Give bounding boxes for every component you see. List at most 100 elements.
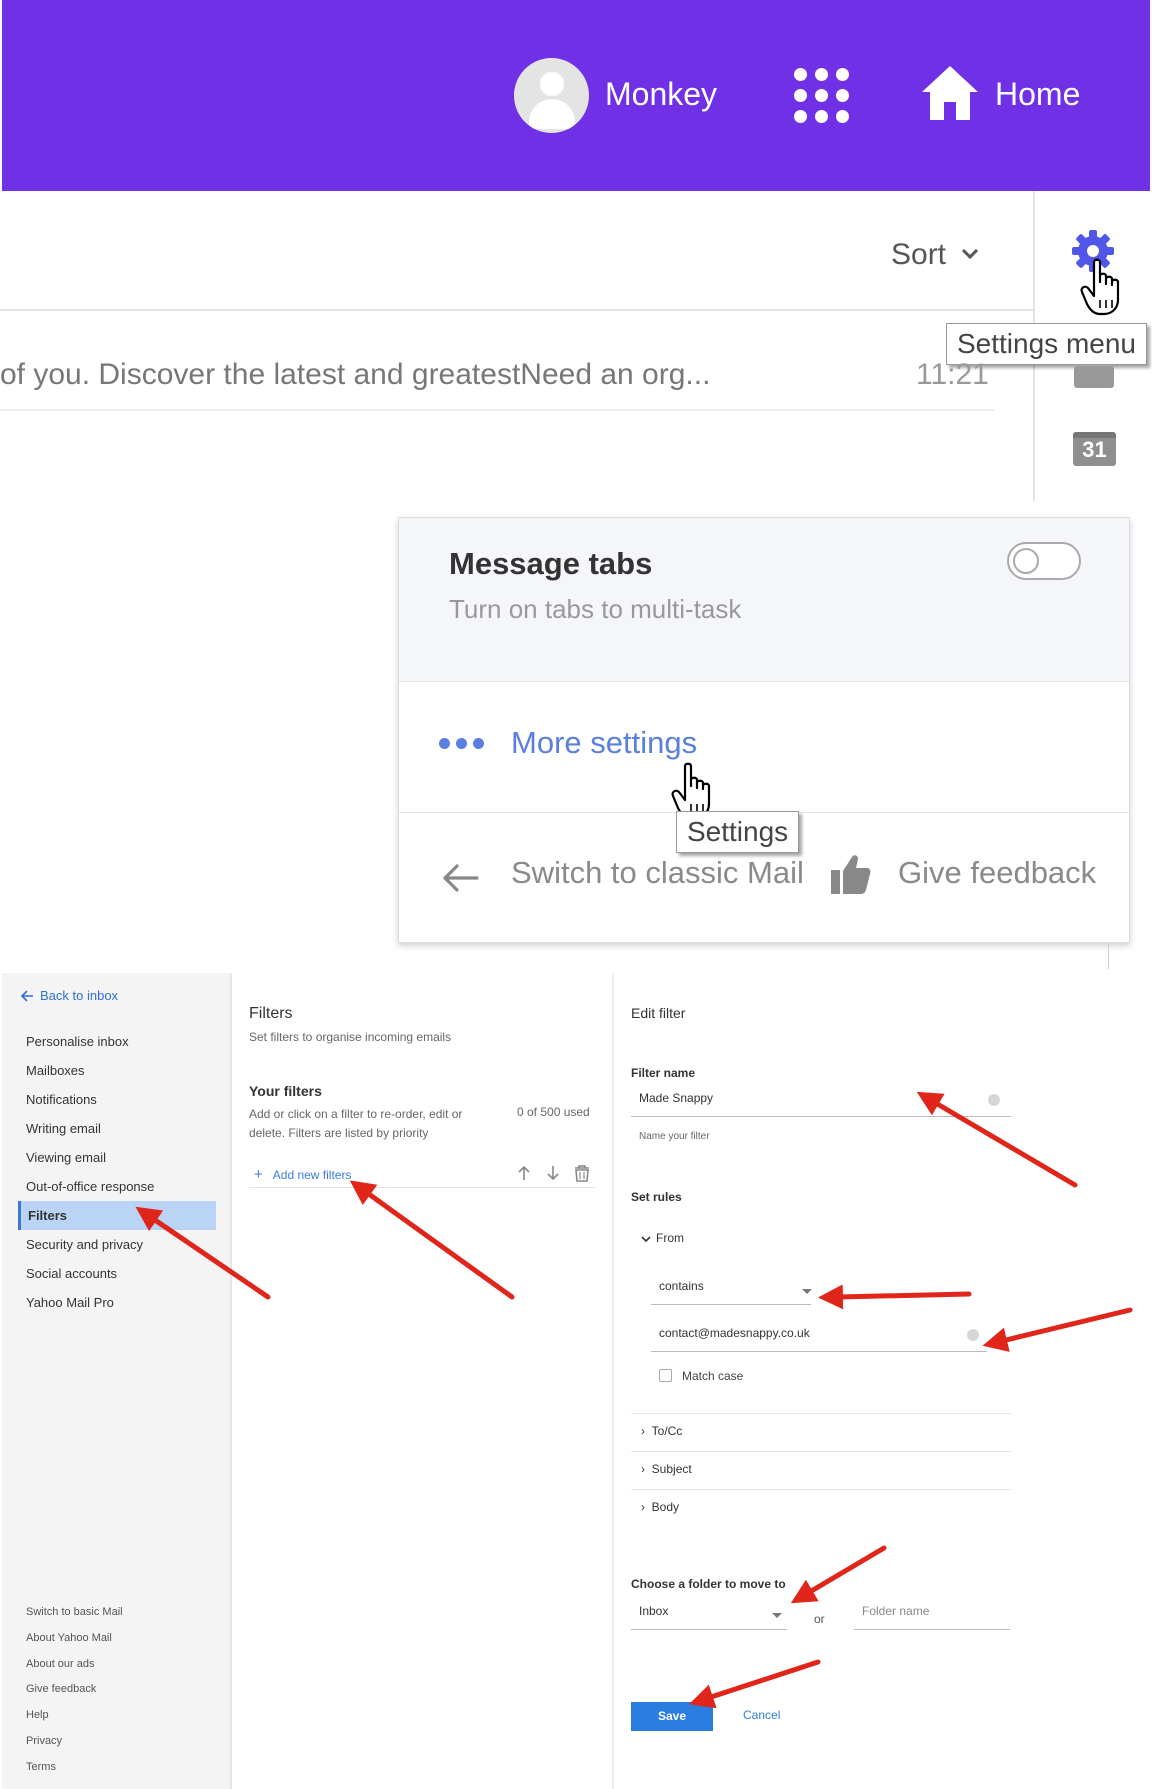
edit-filter-panel: Edit filter Filter name Made Snappy Name… [616,973,1152,1789]
message-tabs-subtitle: Turn on tabs to multi-task [449,594,742,624]
save-button[interactable]: Save [631,1702,713,1731]
sidebar-item-notifications[interactable]: Notifications [2,1085,232,1114]
sidebar-footer-links: Switch to basic Mail About Yahoo Mail Ab… [2,1600,232,1781]
set-rules-label: Set rules [631,1190,682,1204]
filter-name-value: Made Snappy [639,1091,714,1105]
filter-name-input[interactable]: Made Snappy [631,1091,1011,1117]
message-tabs-toggle[interactable] [1007,542,1081,580]
folder-name-placeholder: Folder name [862,1604,930,1618]
folder-select-value: Inbox [639,1604,669,1618]
panel-edge-divider [1108,943,1109,969]
footer-link-help[interactable]: Help [2,1703,232,1729]
filters-used-count: 0 of 500 used [517,1105,590,1119]
sidebar-item-out-of-office[interactable]: Out-of-office response [2,1172,232,1201]
footer-link-about-yahoo-mail[interactable]: About Yahoo Mail [2,1626,232,1652]
trash-icon[interactable] [575,1165,589,1182]
condition-select[interactable]: contains [651,1279,811,1305]
arrow-up-icon[interactable] [518,1165,530,1180]
chevron-down-icon[interactable] [641,1234,651,1244]
folder-select[interactable]: Inbox [631,1604,787,1630]
home-link[interactable]: Home [995,76,1080,113]
plus-icon: + [254,1166,263,1183]
sidebar-item-personalise-inbox[interactable]: Personalise inbox [2,1027,232,1056]
filters-description: Add or click on a filter to re-order, ed… [249,1107,463,1140]
sidebar-item-yahoo-mail-pro[interactable]: Yahoo Mail Pro [2,1288,232,1317]
filters-panel: Filters Set filters to organise incoming… [234,973,614,1789]
rule-row-body[interactable]: › Body [631,1489,1011,1523]
more-settings-link[interactable]: More settings [511,725,697,761]
give-feedback-link[interactable]: Give feedback [898,855,1096,891]
footer-link-about-ads[interactable]: About our ads [2,1652,232,1678]
switch-classic-link[interactable]: Switch to classic Mail [511,855,804,891]
sidebar-item-security[interactable]: Security and privacy [2,1230,232,1259]
top-header-bar: Monkey Home [2,0,1150,191]
hand-cursor-icon [1080,258,1120,316]
settings-sidebar: Back to inbox Personalise inbox Mailboxe… [2,973,232,1789]
sort-button[interactable]: Sort [891,238,946,272]
chevron-right-icon: › [641,1462,645,1476]
apps-grid-icon[interactable] [794,68,850,124]
sidebar-item-writing-email[interactable]: Writing email [2,1114,232,1143]
sidebar-item-social-accounts[interactable]: Social accounts [2,1259,232,1288]
menu-footer-row: Switch to classic Mail Give feedback [399,813,1129,943]
chevron-right-icon: › [641,1424,645,1438]
message-divider [0,409,994,411]
rule-body-label: Body [651,1500,680,1514]
sidebar-item-mailboxes[interactable]: Mailboxes [2,1056,232,1085]
filters-divider [249,1187,595,1188]
settings-nav-list: Personalise inbox Mailboxes Notification… [2,1027,232,1317]
edit-filter-title: Edit filter [631,1005,686,1021]
condition-value: contains [659,1279,704,1293]
rule-subject-label: Subject [651,1462,692,1476]
folder-label: Choose a folder to move to [631,1577,786,1591]
from-email-value: contact@madesnappy.co.uk [659,1326,810,1340]
home-icon[interactable] [920,64,980,122]
arrow-left-icon [20,990,33,1002]
arrow-down-icon[interactable] [547,1166,559,1181]
chevron-right-icon: › [641,1500,645,1514]
contacts-icon[interactable] [1074,366,1114,388]
clear-icon[interactable] [988,1094,1000,1106]
more-dots-icon [439,738,489,752]
mail-toolbar [0,191,1034,311]
dropdown-caret-icon [772,1613,782,1618]
thumbs-up-icon[interactable] [831,853,871,895]
footer-link-privacy[interactable]: Privacy [2,1729,232,1755]
rule-from-label[interactable]: From [656,1231,684,1245]
user-name-link[interactable]: Monkey [605,76,717,113]
from-email-input[interactable]: contact@madesnappy.co.uk [651,1326,987,1352]
back-to-inbox-link[interactable]: Back to inbox [20,988,118,1003]
avatar-head [540,72,564,96]
dropdown-caret-icon [802,1289,812,1294]
your-filters-heading: Your filters [249,1083,322,1099]
more-settings-row[interactable]: More settings [399,682,1129,820]
cancel-button[interactable]: Cancel [743,1708,780,1722]
rule-to-cc-label: To/Cc [651,1424,683,1438]
clear-icon[interactable] [967,1329,979,1341]
folder-name-input[interactable]: Folder name [854,1604,1010,1630]
message-preview[interactable]: of you. Discover the latest and greatest… [0,358,710,392]
add-new-filters-label: Add new filters [272,1168,352,1182]
rule-row-subject[interactable]: › Subject [631,1451,1011,1485]
calendar-icon[interactable]: 31 [1073,432,1116,466]
chevron-down-icon[interactable] [960,244,980,264]
sidebar-item-filters[interactable]: Filters [18,1201,216,1230]
avatar[interactable] [514,58,589,133]
settings-dropdown-menu: Message tabs Turn on tabs to multi-task … [398,517,1130,943]
arrow-left-icon[interactable] [441,863,479,893]
sidebar-item-viewing-email[interactable]: Viewing email [2,1143,232,1172]
rule-row-to-cc[interactable]: › To/Cc [631,1413,1011,1447]
footer-link-give-feedback[interactable]: Give feedback [2,1677,232,1703]
footer-link-basic-mail[interactable]: Switch to basic Mail [2,1600,232,1626]
or-label: or [814,1612,825,1626]
footer-link-terms[interactable]: Terms [2,1755,232,1781]
avatar-body [529,99,575,129]
add-new-filters-button[interactable]: + Add new filters [254,1166,351,1183]
message-tabs-title: Message tabs [449,546,653,581]
filter-name-help: Name your filter [639,1131,710,1142]
message-time: 11:21 [916,358,989,391]
filters-title: Filters [249,1005,293,1022]
filter-order-tools [518,1165,589,1182]
page: Monkey Home Sort Settings menu of you. D… [0,0,1152,1789]
match-case-checkbox[interactable] [659,1369,672,1382]
